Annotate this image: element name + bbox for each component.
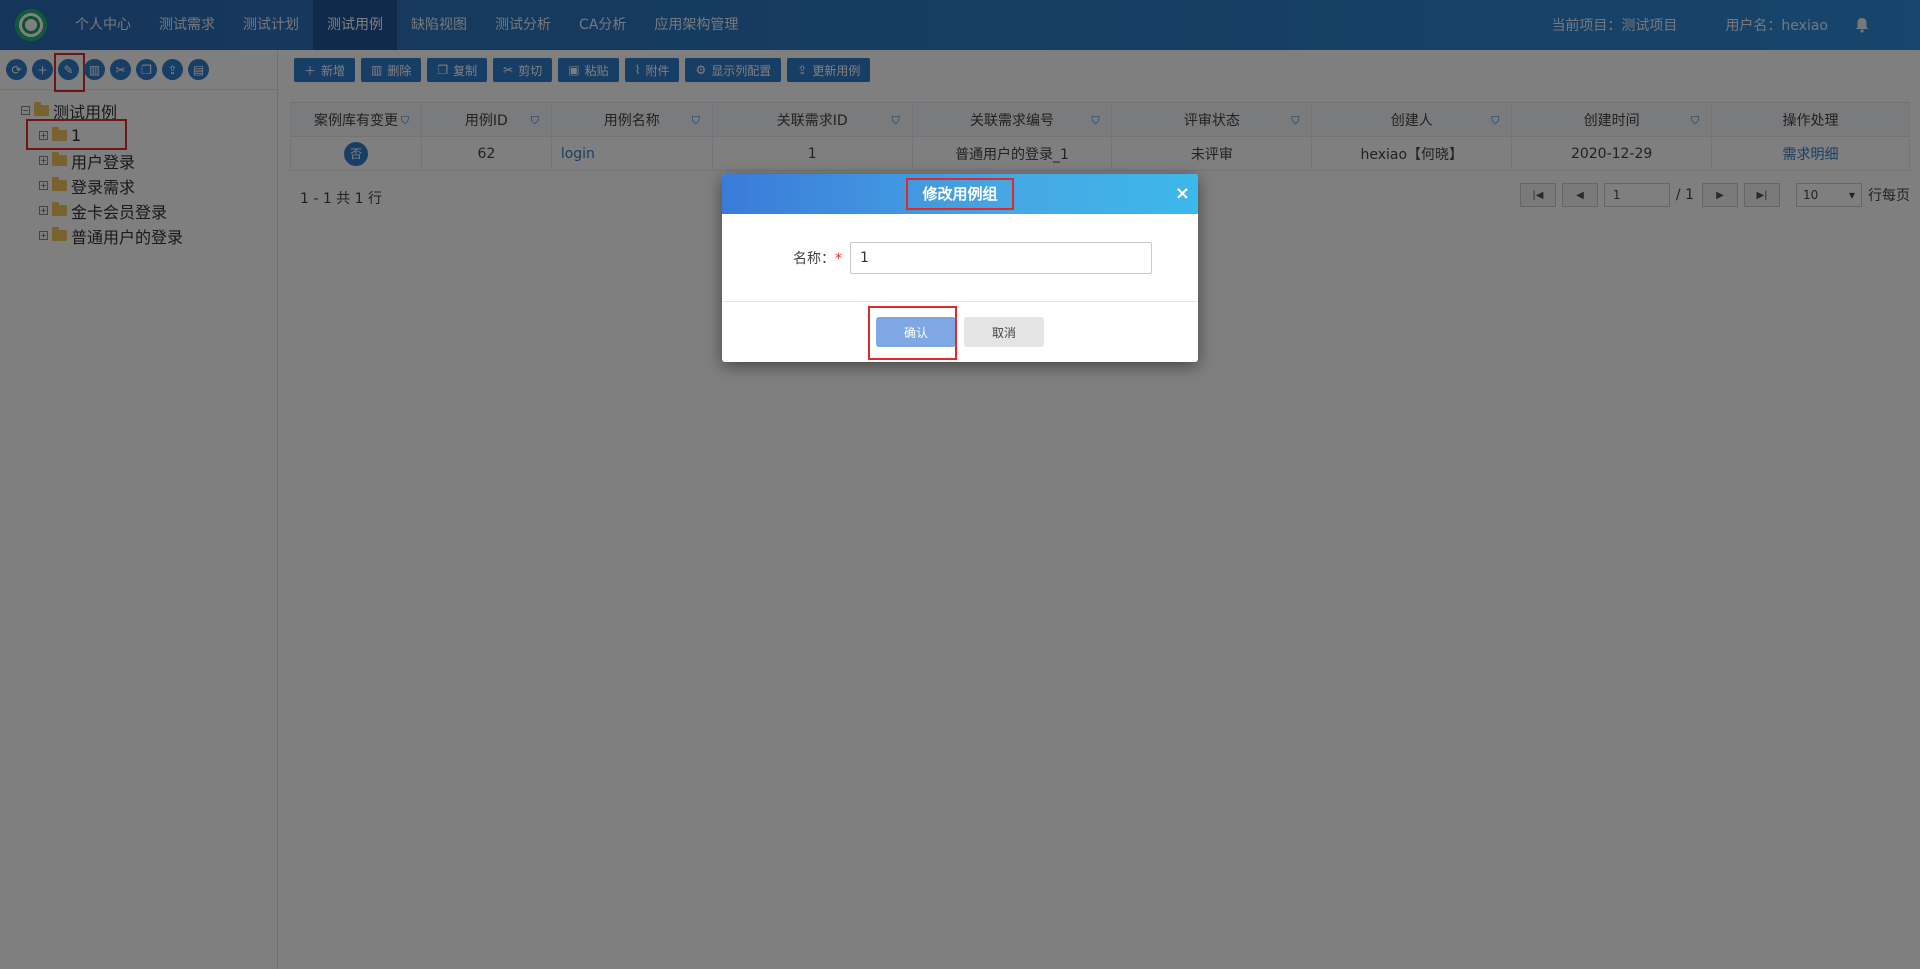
dialog-body: 名称：* 1 [722, 214, 1198, 302]
dialog-title: 修改用例组 [906, 178, 1014, 210]
name-input[interactable]: 1 [850, 241, 1152, 274]
cancel-button[interactable]: 取消 [964, 317, 1044, 347]
required-mark: * [835, 250, 842, 267]
edit-group-dialog: 修改用例组 × 名称：* 1 确认 取消 [722, 174, 1198, 362]
name-label: 名称：* [793, 250, 842, 267]
close-icon[interactable]: × [1175, 174, 1190, 214]
dialog-header: 修改用例组 × [722, 174, 1198, 214]
confirm-button[interactable]: 确认 [868, 306, 957, 360]
dialog-footer: 确认 取消 [722, 302, 1198, 362]
modal-overlay[interactable] [0, 0, 1920, 969]
